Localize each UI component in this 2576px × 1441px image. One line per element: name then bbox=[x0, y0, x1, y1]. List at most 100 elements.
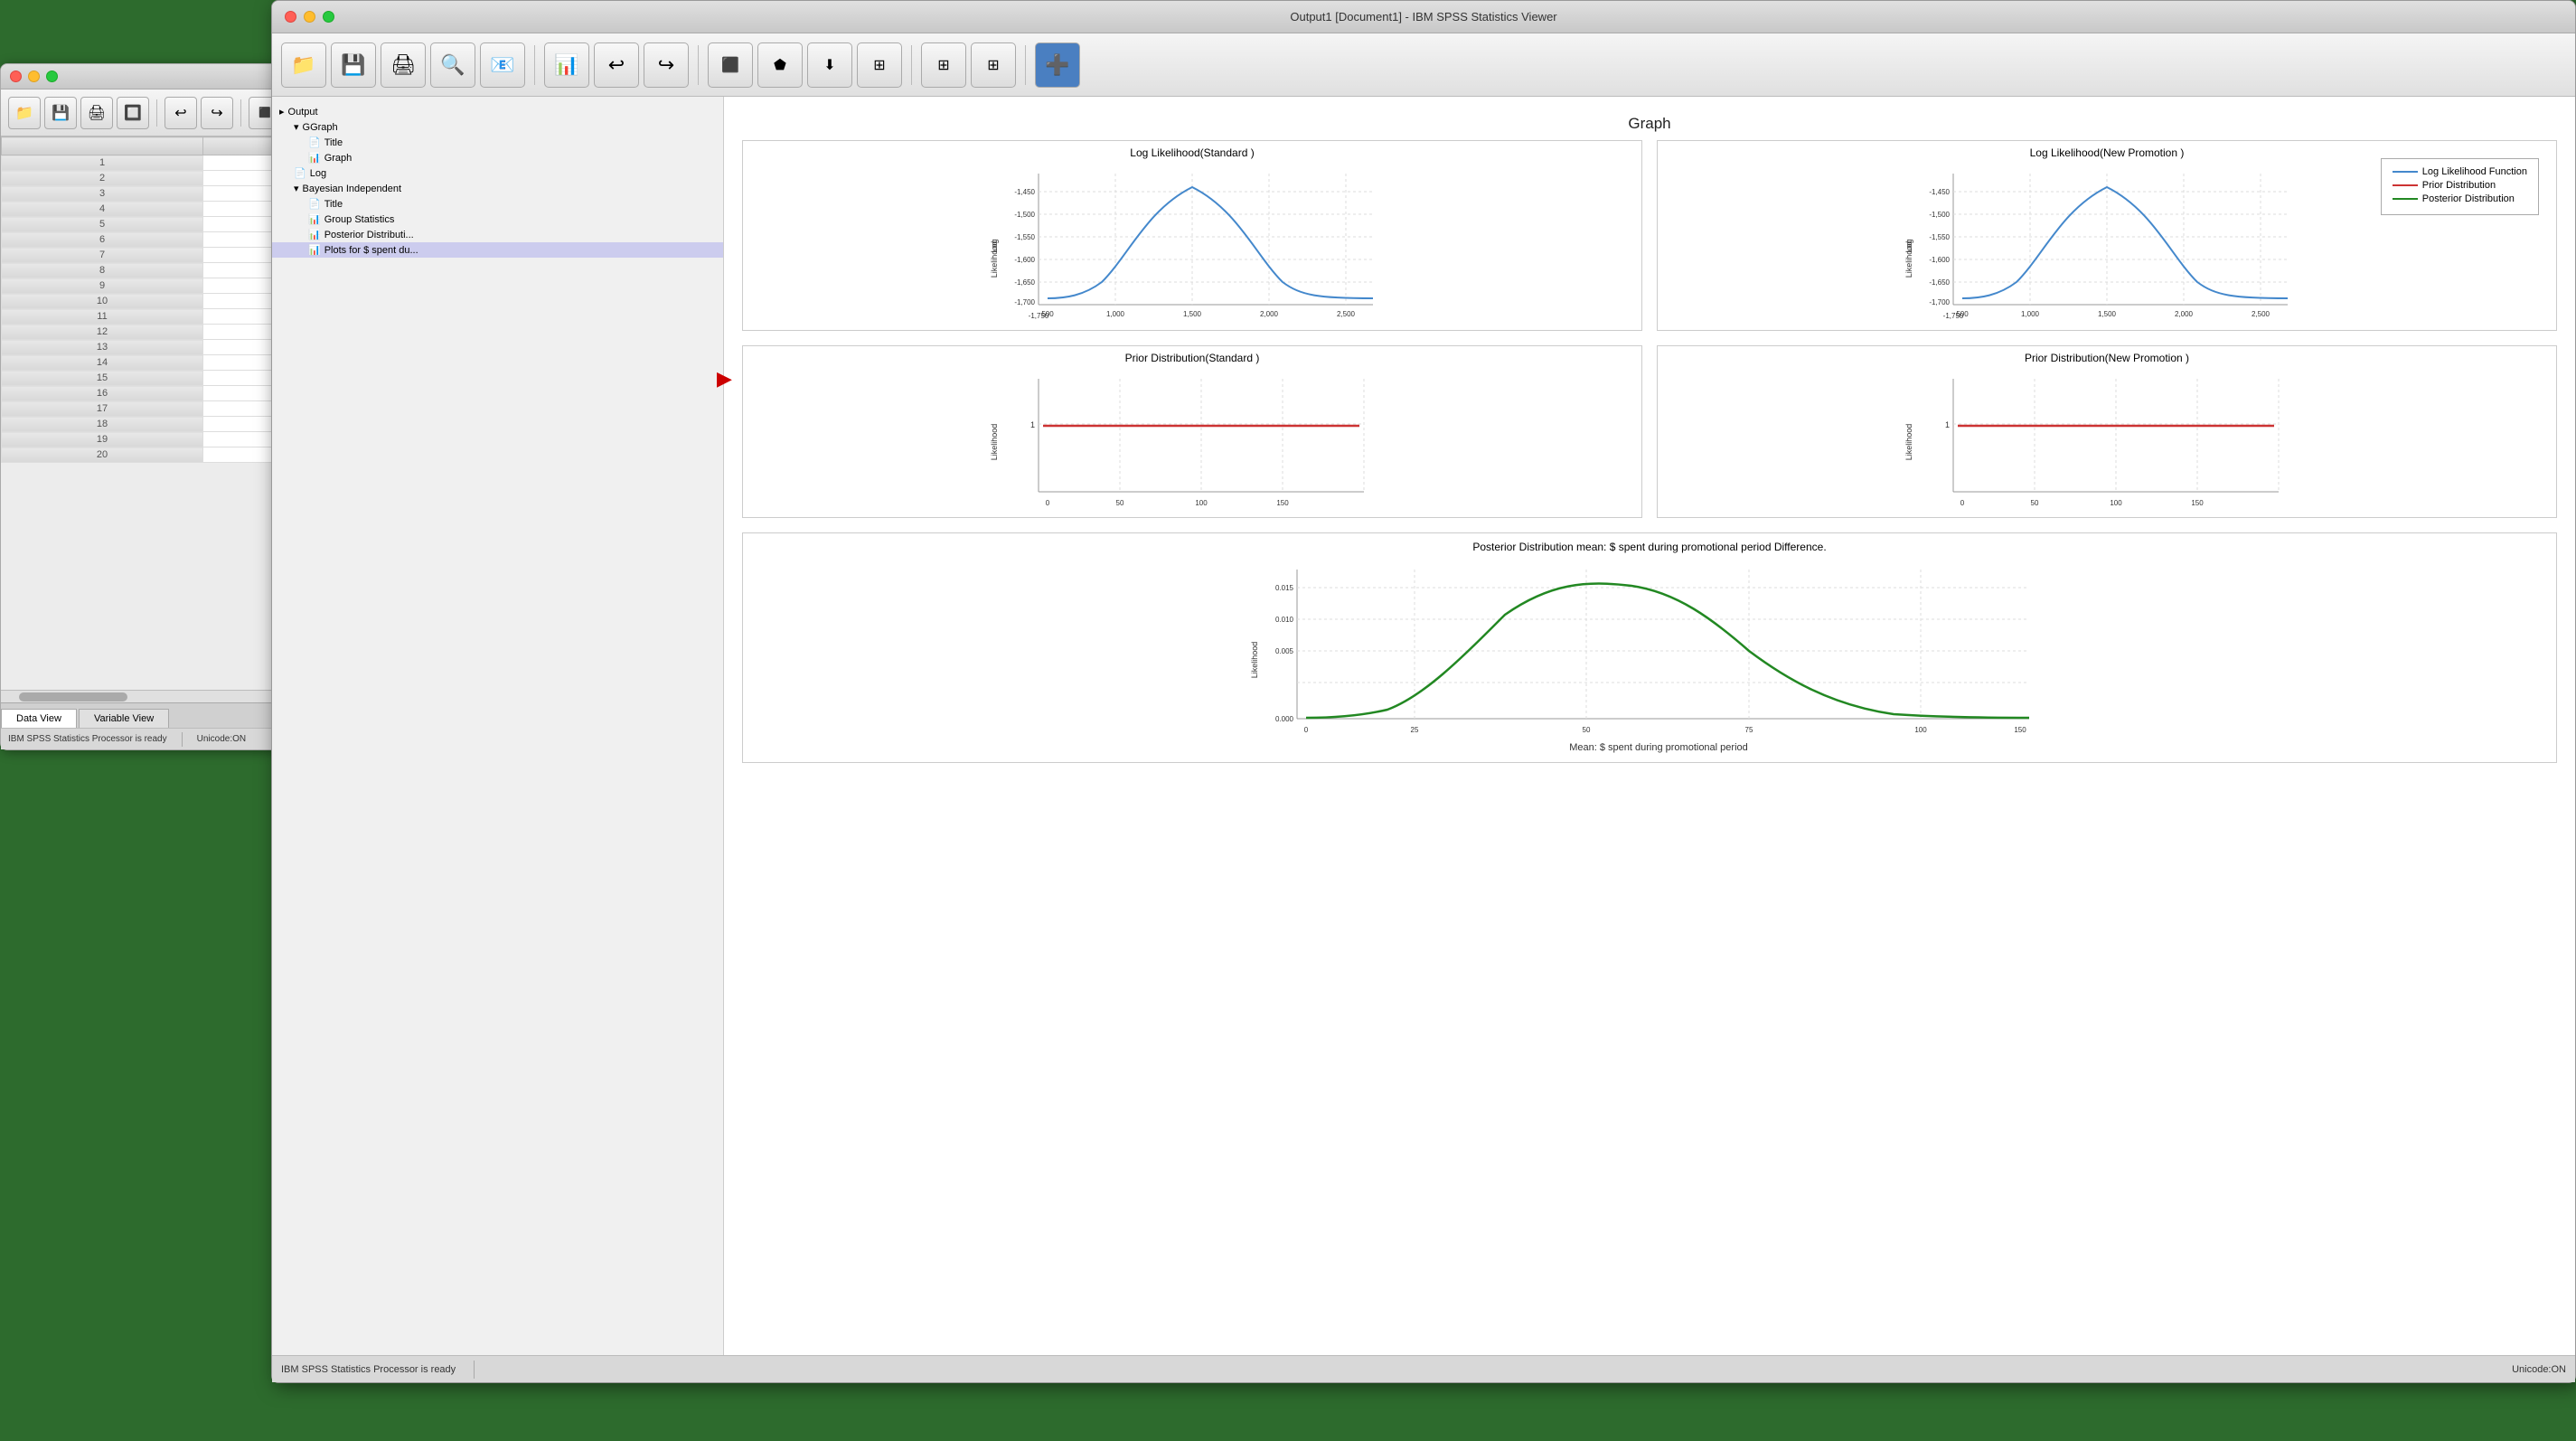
chart-prior-new-promotion: Prior Distribution(New Promotion ) Likel… bbox=[1657, 345, 2557, 518]
svg-text:100: 100 bbox=[1914, 726, 1927, 734]
nav-item-output[interactable]: ▸Output bbox=[272, 104, 723, 119]
print-preview-button[interactable]: 🔲 bbox=[117, 97, 149, 129]
viewer-btn-f[interactable]: ⊞ bbox=[971, 42, 1016, 88]
nav-item-label: Graph bbox=[324, 153, 353, 164]
nav-item-label: Title bbox=[324, 199, 343, 210]
nav-item-graph[interactable]: 📊Graph bbox=[272, 150, 723, 165]
svg-text:Likelihood: Likelihood bbox=[990, 424, 999, 461]
svg-text:2,500: 2,500 bbox=[1337, 310, 1356, 318]
nav-item-posterior-distributi...[interactable]: 📊Posterior Distributi... bbox=[272, 227, 723, 242]
scrollbar-thumb[interactable] bbox=[19, 692, 127, 702]
viewer-print-btn[interactable]: 🖨 bbox=[381, 42, 426, 88]
svg-text:150: 150 bbox=[2191, 499, 2204, 507]
viewer-redo-btn[interactable]: ↪ bbox=[644, 42, 689, 88]
print-button[interactable]: 🖨 bbox=[80, 97, 113, 129]
nav-icon: 📄 bbox=[294, 167, 306, 179]
nav-item-plots-for-$-spent-du...[interactable]: 📊Plots for $ spent du... bbox=[272, 242, 723, 258]
row-number: 8 bbox=[2, 263, 203, 278]
viewer-undo-btn[interactable]: ↩ bbox=[594, 42, 639, 88]
minimize-button[interactable] bbox=[28, 71, 40, 82]
row-number: 18 bbox=[2, 417, 203, 432]
viewer-open-btn[interactable]: 📁 bbox=[281, 42, 326, 88]
legend-label-prior: Prior Distribution bbox=[2422, 180, 2496, 191]
nav-item-ggraph[interactable]: ▾GGraph bbox=[272, 119, 723, 135]
row-number: 20 bbox=[2, 447, 203, 463]
svg-text:-1,500: -1,500 bbox=[1929, 211, 1950, 219]
chart-title-prior-new: Prior Distribution(New Promotion ) bbox=[1658, 346, 2556, 370]
row-number: 6 bbox=[2, 232, 203, 248]
viewer-btn-e[interactable]: ⊞ bbox=[921, 42, 966, 88]
viewer-maximize-button[interactable] bbox=[323, 11, 334, 23]
viewer-save-btn[interactable]: 💾 bbox=[331, 42, 376, 88]
viewer-minimize-button[interactable] bbox=[304, 11, 315, 23]
variable-view-tab[interactable]: Variable View bbox=[79, 709, 169, 728]
svg-text:Likelihood: Likelihood bbox=[1904, 241, 1913, 278]
svg-text:150: 150 bbox=[2014, 726, 2026, 734]
viewer-btn-b[interactable]: ⬟ bbox=[757, 42, 803, 88]
svg-text:2,000: 2,000 bbox=[2175, 310, 2194, 318]
svg-text:-1,700: -1,700 bbox=[1929, 298, 1950, 306]
viewer-btn-c[interactable]: ⬇ bbox=[807, 42, 852, 88]
undo-button[interactable]: ↩ bbox=[165, 97, 197, 129]
legend-item-posterior: Posterior Distribution bbox=[2393, 193, 2527, 204]
nav-item-label: Bayesian Independent bbox=[303, 184, 401, 194]
viewer-btn-a[interactable]: ⬛ bbox=[708, 42, 753, 88]
svg-text:0: 0 bbox=[1046, 499, 1050, 507]
viewer-titlebar: Output1 [Document1] - IBM SPSS Statistic… bbox=[272, 1, 2575, 33]
nav-icon: ▾ bbox=[294, 121, 299, 133]
nav-icon: 📊 bbox=[308, 229, 321, 240]
viewer-chart-btn[interactable]: 📊 bbox=[544, 42, 589, 88]
svg-text:1,000: 1,000 bbox=[1106, 310, 1125, 318]
svg-text:-1,600: -1,600 bbox=[1014, 256, 1035, 264]
chart-title-ll-standard: Log Likelihood(Standard ) bbox=[743, 141, 1641, 165]
close-button[interactable] bbox=[10, 71, 22, 82]
main-content[interactable]: Graph Log Likelihood Function Prior Dist… bbox=[724, 97, 2575, 1355]
svg-text:-1,450: -1,450 bbox=[1014, 188, 1035, 196]
viewer-tb-sep-1 bbox=[534, 45, 535, 85]
viewer-add-btn[interactable]: ➕ bbox=[1035, 42, 1080, 88]
viewer-zoom-btn[interactable]: 🔍 bbox=[430, 42, 475, 88]
row-number: 12 bbox=[2, 325, 203, 340]
svg-text:-1,500: -1,500 bbox=[1014, 211, 1035, 219]
viewer-export-btn[interactable]: 📧 bbox=[480, 42, 525, 88]
processor-status: IBM SPSS Statistics Processor is ready bbox=[8, 734, 167, 744]
chart-svg-prior-std: Likelihood 1 0 50 bbox=[743, 370, 1641, 514]
nav-icon: ▸ bbox=[279, 106, 285, 118]
viewer-unicode-status: Unicode:ON bbox=[2512, 1364, 2566, 1375]
svg-text:0.005: 0.005 bbox=[1275, 647, 1294, 655]
nav-icon: 📄 bbox=[308, 137, 321, 148]
nav-item-log[interactable]: 📄Log bbox=[272, 165, 723, 181]
viewer-tb-sep-3 bbox=[911, 45, 912, 85]
viewer-btn-d[interactable]: ⊞ bbox=[857, 42, 902, 88]
nav-item-group-statistics[interactable]: 📊Group Statistics bbox=[272, 212, 723, 227]
nav-item-label: Output bbox=[288, 107, 318, 118]
svg-text:1,000: 1,000 bbox=[2021, 310, 2040, 318]
save-button[interactable]: 💾 bbox=[44, 97, 77, 129]
legend-box: Log Likelihood Function Prior Distributi… bbox=[2381, 158, 2539, 215]
viewer-title: Output1 [Document1] - IBM SPSS Statistic… bbox=[1290, 10, 1556, 24]
nav-item-title[interactable]: 📄Title bbox=[272, 196, 723, 212]
viewer-close-button[interactable] bbox=[285, 11, 296, 23]
legend-item-prior: Prior Distribution bbox=[2393, 180, 2527, 191]
graph-section-title: Graph bbox=[742, 115, 2557, 133]
maximize-button[interactable] bbox=[46, 71, 58, 82]
viewer-tb-sep-2 bbox=[698, 45, 699, 85]
svg-text:500: 500 bbox=[1041, 310, 1054, 318]
top-charts-row: Log Likelihood(Standard ) Log Likelihood bbox=[742, 140, 2557, 331]
nav-item-bayesian-independent[interactable]: ▾Bayesian Independent bbox=[272, 181, 723, 196]
row-number: 1 bbox=[2, 155, 203, 171]
nav-icon: 📊 bbox=[308, 244, 321, 256]
svg-text:1,500: 1,500 bbox=[2098, 310, 2117, 318]
open-button[interactable]: 📁 bbox=[8, 97, 41, 129]
legend-label-log: Log Likelihood Function bbox=[2422, 166, 2527, 177]
legend-line-red bbox=[2393, 184, 2418, 186]
svg-text:50: 50 bbox=[1116, 499, 1124, 507]
redo-button[interactable]: ↪ bbox=[201, 97, 233, 129]
nav-item-title[interactable]: 📄Title bbox=[272, 135, 723, 150]
row-number: 15 bbox=[2, 371, 203, 386]
row-number: 5 bbox=[2, 217, 203, 232]
row-number-header bbox=[2, 137, 203, 155]
data-view-tab[interactable]: Data View bbox=[1, 709, 77, 729]
svg-text:500: 500 bbox=[1956, 310, 1969, 318]
legend-label-posterior: Posterior Distribution bbox=[2422, 193, 2515, 204]
